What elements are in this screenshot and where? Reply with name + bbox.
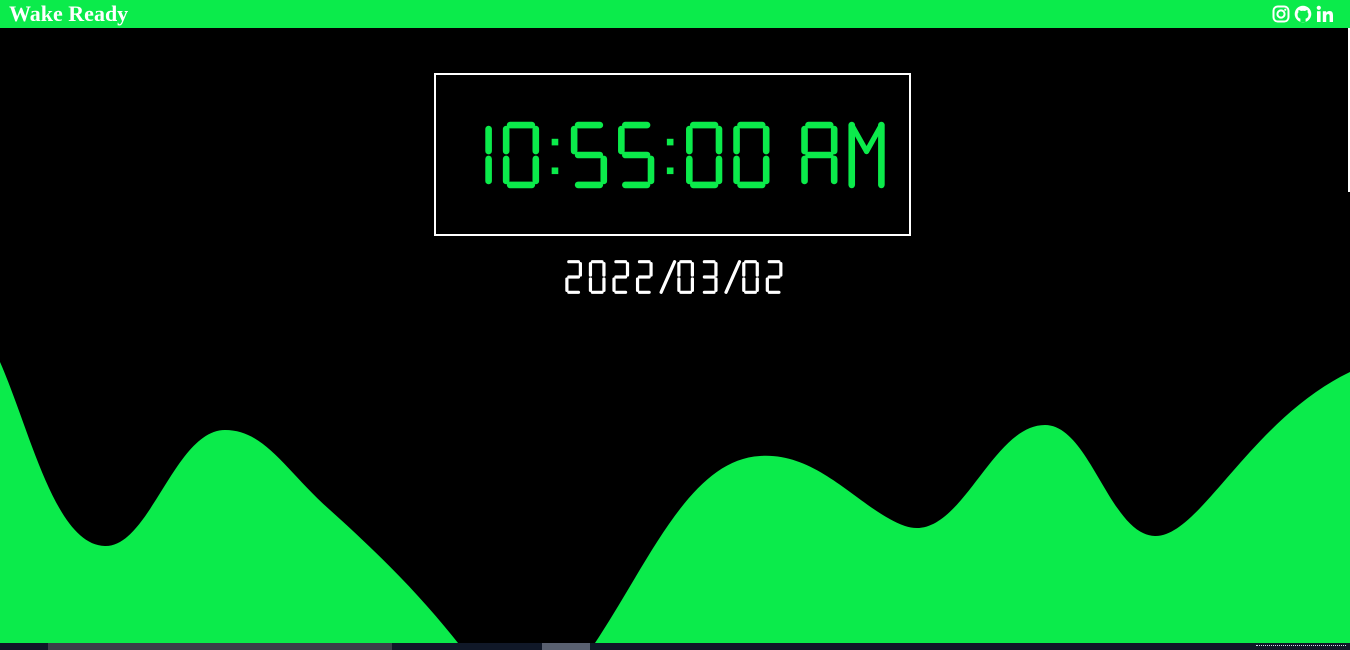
app-page: Wake Ready (0, 0, 1350, 650)
linkedin-link[interactable] (1316, 5, 1334, 23)
display-glyph (635, 260, 653, 294)
display-glyph (502, 121, 539, 188)
time-display (484, 121, 885, 188)
display-glyph (702, 260, 718, 294)
display-glyph (847, 121, 885, 188)
display-glyph (570, 121, 607, 188)
brand-title[interactable]: Wake Ready (9, 1, 128, 27)
github-link[interactable] (1294, 5, 1312, 23)
display-glyph (677, 260, 694, 294)
top-nav-bar: Wake Ready (0, 0, 1350, 28)
display-glyph (612, 260, 630, 294)
display-glyph (800, 121, 837, 184)
wave-right (595, 372, 1350, 643)
display-glyph (732, 121, 769, 188)
instagram-link[interactable] (1272, 5, 1290, 23)
date-panel: 2022/03/02 (564, 258, 788, 296)
instagram-icon (1272, 5, 1290, 23)
display-glyph (617, 121, 654, 188)
social-links (1272, 5, 1334, 23)
wave-left (0, 362, 458, 643)
clock-panel: 10:55:00 AM (434, 73, 911, 236)
display-glyph (742, 260, 759, 294)
display-glyph (659, 260, 677, 294)
taskbar-tray (1256, 645, 1346, 647)
display-glyph (565, 260, 582, 294)
taskbar-item[interactable] (48, 643, 392, 650)
display-glyph (685, 121, 722, 188)
linkedin-icon (1316, 5, 1333, 22)
taskbar-item[interactable] (542, 643, 590, 650)
display-glyph (588, 260, 606, 294)
taskbar-strip (0, 643, 1350, 650)
date-display (565, 260, 783, 294)
display-glyph (765, 260, 783, 294)
display-glyph (666, 138, 673, 174)
display-glyph (724, 260, 742, 294)
github-icon (1294, 5, 1312, 23)
display-glyph (551, 138, 558, 174)
